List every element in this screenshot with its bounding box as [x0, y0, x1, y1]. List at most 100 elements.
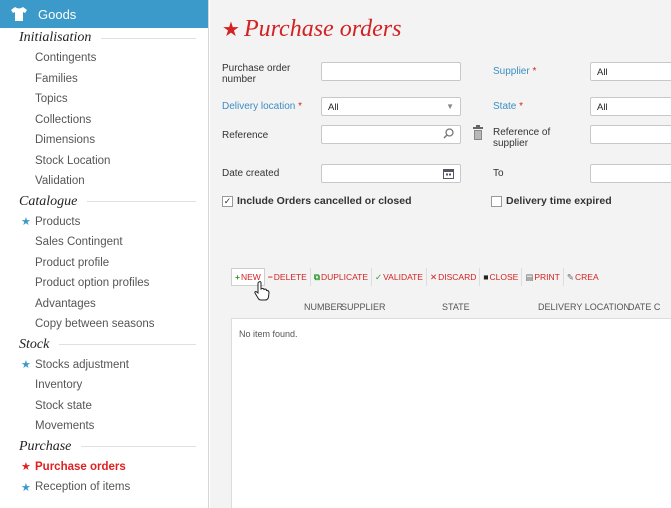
- sidebar-item-contingents[interactable]: Contingents: [0, 48, 208, 69]
- validate-label: VALIDATE: [383, 272, 423, 282]
- sidebar-section-initialisation: Initialisation: [0, 28, 208, 48]
- main-panel: ★ Purchase orders Purchase order number S…: [210, 0, 671, 508]
- sidebar-section-title: Purchase: [19, 438, 72, 454]
- col-supplier[interactable]: SUPPLIER: [341, 302, 386, 312]
- sidebar-item-copy-between-seasons[interactable]: Copy between seasons: [0, 314, 208, 335]
- sidebar-item-label: Copy between seasons: [35, 318, 155, 331]
- sidebar-item-movements[interactable]: Movements: [0, 416, 208, 437]
- printer-icon: ▤: [525, 271, 534, 282]
- discard-button[interactable]: ✕ DISCARD: [427, 268, 481, 286]
- include-cancelled-label: Include Orders cancelled or closed: [237, 195, 412, 207]
- page-title: ★ Purchase orders: [222, 16, 401, 43]
- sidebar-header[interactable]: Goods: [0, 0, 208, 28]
- delete-button[interactable]: − DELETE: [265, 268, 311, 286]
- delivery-location-select[interactable]: All ▼: [321, 97, 461, 116]
- sidebar-item-families[interactable]: Families: [0, 69, 208, 90]
- state-label: State *: [493, 101, 523, 112]
- to-label: To: [493, 168, 504, 179]
- sidebar-item-dimensions[interactable]: Dimensions: [0, 130, 208, 151]
- delete-label: DELETE: [273, 272, 307, 282]
- delivery-expired-checkbox[interactable]: Delivery time expired: [491, 195, 612, 207]
- close-button[interactable]: ■ CLOSE: [480, 268, 523, 286]
- star-icon: ★: [21, 216, 31, 229]
- supplier-select[interactable]: All: [590, 62, 671, 81]
- empty-message: No item found.: [239, 329, 298, 339]
- reference-label: Reference: [222, 130, 269, 141]
- sidebar-item-topics[interactable]: Topics: [0, 89, 208, 110]
- sidebar-item-collections[interactable]: Collections: [0, 110, 208, 131]
- sidebar-item-stocks-adjustment[interactable]: ★ Stocks adjustment: [0, 355, 208, 376]
- duplicate-icon: ⧉: [313, 271, 320, 282]
- sidebar-item-label: Product option profiles: [35, 277, 150, 290]
- col-date-created[interactable]: DATE C: [628, 302, 660, 312]
- sidebar-section-title: Catalogue: [19, 193, 78, 209]
- sidebar-item-product-option-profiles[interactable]: Product option profiles: [0, 273, 208, 294]
- star-icon: ★: [21, 481, 31, 494]
- tshirt-icon: [10, 6, 28, 22]
- col-state[interactable]: STATE: [442, 302, 470, 312]
- supplier-label-text: Supplier: [493, 66, 530, 77]
- sidebar-item-validation[interactable]: Validation: [0, 171, 208, 192]
- delivery-expired-label: Delivery time expired: [506, 195, 612, 207]
- validate-button[interactable]: ✓ VALIDATE: [372, 268, 427, 286]
- section-divider: [101, 37, 196, 39]
- sidebar-header-title: Goods: [38, 6, 77, 22]
- table-header: NUMBER SUPPLIER STATE DELIVERY LOCATION …: [231, 298, 671, 316]
- print-label: PRINT: [534, 272, 560, 282]
- sidebar-item-reception-of-items[interactable]: ★ Reception of items: [0, 477, 208, 498]
- checkbox-unchecked-icon[interactable]: [491, 195, 502, 207]
- toolbar: + NEW − DELETE ⧉ DUPLICATE ✓ VALIDATE ✕ DISCA…: [231, 266, 671, 288]
- sidebar-item-label: Product profile: [35, 256, 110, 269]
- sidebar-item-label: Stocks adjustment: [35, 358, 129, 371]
- col-number[interactable]: NUMBER: [304, 302, 343, 312]
- sidebar: Goods Initialisation Contingents Families T…: [0, 0, 209, 508]
- supplier-label: Supplier *: [493, 66, 536, 77]
- sidebar-item-label: Collections: [35, 113, 92, 126]
- duplicate-button[interactable]: ⧉ DUPLICATE: [311, 268, 373, 286]
- date-created-input[interactable]: [321, 164, 461, 183]
- checkbox-checked-icon[interactable]: ✓: [222, 195, 233, 207]
- square-icon: ■: [483, 272, 489, 282]
- po-number-input[interactable]: [321, 62, 461, 81]
- section-divider: [81, 446, 196, 447]
- col-delivery-location[interactable]: DELIVERY LOCATION: [538, 302, 630, 312]
- sidebar-item-products[interactable]: ★ Products: [0, 212, 208, 233]
- sidebar-item-label: Contingents: [35, 52, 97, 65]
- trash-icon[interactable]: [472, 125, 484, 144]
- required-marker: *: [298, 101, 303, 112]
- section-divider: [59, 344, 196, 345]
- date-to-input[interactable]: [590, 164, 671, 183]
- state-label-text: State: [493, 101, 517, 112]
- ref-supplier-input[interactable]: [590, 125, 671, 144]
- sidebar-item-label: Validation: [35, 175, 85, 188]
- sidebar-item-stock-location[interactable]: Stock Location: [0, 151, 208, 172]
- sidebar-item-sales-contingent[interactable]: Sales Contingent: [0, 232, 208, 253]
- check-icon: ✓: [375, 271, 383, 282]
- sidebar-menu: Initialisation Contingents Families Topics C…: [0, 28, 208, 498]
- required-marker: *: [519, 101, 524, 112]
- state-select[interactable]: All: [590, 97, 671, 116]
- print-button[interactable]: ▤ PRINT: [522, 268, 564, 286]
- delivery-location-value: All: [328, 102, 339, 113]
- po-number-label: Purchase order number: [222, 63, 291, 85]
- sidebar-item-label: Advantages: [35, 297, 96, 310]
- sidebar-item-inventory[interactable]: Inventory: [0, 375, 208, 396]
- calendar-icon[interactable]: [443, 168, 454, 182]
- ref-supplier-label: Reference of supplier: [493, 127, 551, 149]
- reference-input[interactable]: [321, 125, 461, 144]
- sidebar-item-advantages[interactable]: Advantages: [0, 294, 208, 315]
- sidebar-item-label: Families: [35, 72, 78, 85]
- create-button[interactable]: ✎ CREA: [564, 268, 602, 286]
- sidebar-item-product-profile[interactable]: Product profile: [0, 253, 208, 274]
- required-marker: *: [532, 66, 537, 77]
- page-title-text: Purchase orders: [243, 16, 402, 42]
- sidebar-item-stock-state[interactable]: Stock state: [0, 396, 208, 417]
- pencil-icon: ✎: [566, 271, 574, 282]
- include-cancelled-checkbox[interactable]: ✓ Include Orders cancelled or closed: [222, 195, 411, 207]
- plus-icon: +: [235, 272, 240, 282]
- duplicate-label: DUPLICATE: [320, 272, 369, 282]
- x-icon: ✕: [429, 271, 438, 282]
- delivery-location-label-text: Delivery location: [222, 101, 296, 112]
- sidebar-item-purchase-orders[interactable]: ★ Purchase orders: [0, 457, 208, 478]
- search-icon[interactable]: [443, 128, 454, 142]
